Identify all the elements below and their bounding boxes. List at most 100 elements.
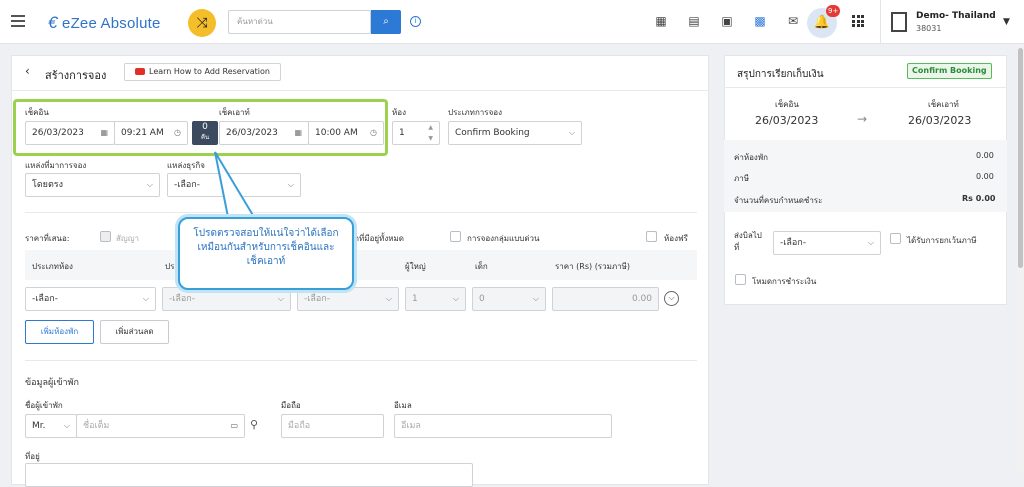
hamburger-menu-icon[interactable]	[11, 15, 25, 27]
brand-logo[interactable]: € eZee Absolute	[48, 13, 161, 33]
search-input[interactable]: ค้นหาด่วน	[228, 10, 371, 34]
charge-value: 0.00	[976, 172, 994, 181]
contract-checkbox[interactable]	[100, 231, 111, 242]
info-icon[interactable]: i	[410, 16, 421, 27]
summary-checkout-date: 26/03/2023	[908, 114, 972, 127]
add-discount-button[interactable]: เพิ่มส่วนลด	[100, 320, 169, 344]
column-header: ราคา (Rs) (รวมภาษี)	[555, 262, 631, 271]
chevron-down-icon: ⌵	[63, 421, 70, 430]
back-arrow-icon[interactable]: ‹	[25, 64, 30, 78]
notification-badge: 9+	[826, 5, 841, 17]
divider	[25, 212, 697, 213]
group-booking-label: การจองกลุ่มแบบด่วน	[467, 234, 540, 243]
tooltip-callout: โปรดตรวจสอบให้แน่ใจว่าได้เลือกเหมือนกันส…	[178, 217, 354, 290]
summary-checkout-label: เช็คเอาท์	[928, 100, 959, 109]
calendar-grid-icon[interactable]: ▤	[687, 14, 701, 28]
chevron-down-icon: ⌵	[532, 294, 539, 303]
calendar-add-icon[interactable]: ▦	[654, 14, 668, 28]
mobile-input[interactable]: มือถือ	[281, 414, 384, 438]
add-room-button[interactable]: เพิ่มห้องพัก	[25, 320, 94, 344]
add-user-icon[interactable]: ⚲	[250, 418, 258, 431]
complimentary-checkbox[interactable]	[646, 231, 657, 242]
address-input[interactable]	[25, 463, 473, 487]
highlight-box	[13, 99, 388, 156]
divider	[25, 360, 697, 361]
chevron-down-icon: ⌵	[142, 294, 149, 303]
contract-label: สัญญา	[116, 234, 140, 243]
expand-icon[interactable]: ⌵	[664, 291, 679, 306]
bill-to-select[interactable]: -เลือก- ⌵	[773, 231, 881, 255]
tax-exempt-checkbox[interactable]	[890, 233, 901, 244]
charge-value: 0.00	[976, 151, 994, 160]
stepper-arrows-icon[interactable]: ▲ ▼	[428, 122, 433, 144]
user-name[interactable]: Demo- Thailand	[916, 11, 996, 21]
charge-label: จำนวนที่ครบกำหนดชำระ	[734, 196, 823, 205]
total-due-value: Rs 0.00	[962, 194, 996, 203]
offer-label: ราคาที่เสนอ:	[25, 234, 70, 243]
guest-name-label: ชื่อผู้เข้าพัก	[25, 401, 63, 410]
email-label: อีเมล	[394, 401, 412, 410]
chevron-down-icon: ⌵	[568, 128, 575, 137]
address-label: ที่อยู่	[25, 452, 40, 461]
page-title: สร้างการจอง	[45, 69, 107, 82]
adults-select[interactable]: 1 ⌵	[405, 287, 466, 311]
column-header: ผู้ใหญ่	[405, 262, 426, 271]
document-icon[interactable]: ▩	[753, 14, 767, 28]
booking-type-select[interactable]: Confirm Booking ⌵	[448, 121, 582, 145]
search-icon: ⌕	[383, 16, 389, 27]
group-booking-checkbox[interactable]	[450, 231, 461, 242]
divider	[724, 87, 1007, 88]
source-label: แหล่งที่มาการจอง	[25, 161, 87, 170]
business-source-label: แหล่งธุรกิจ	[167, 161, 205, 170]
chevron-down-icon: ⌵	[277, 294, 284, 303]
column-header: เด็ก	[475, 262, 488, 271]
title-select[interactable]: Mr. ⌵	[25, 414, 77, 438]
source-select[interactable]: โดยตรง ⌵	[25, 173, 160, 197]
payment-mode-checkbox[interactable]	[735, 274, 746, 285]
rooms-stepper[interactable]: 1 ▲ ▼	[392, 121, 440, 145]
learn-reservation-button[interactable]: Learn How to Add Reservation	[124, 63, 281, 81]
callout-pointer	[214, 151, 256, 218]
summary-checkin-date: 26/03/2023	[755, 114, 819, 127]
chevron-down-icon: ⌵	[867, 238, 874, 247]
calendar-icon[interactable]: ▣	[720, 14, 734, 28]
rooms-label: ห้อง	[392, 108, 406, 117]
building-icon	[891, 12, 907, 32]
divider	[11, 90, 709, 91]
status-badge: Confirm Booking	[907, 63, 992, 79]
arrow-right-icon: →	[857, 112, 868, 126]
chevron-down-icon: ⌵	[452, 294, 459, 303]
scrollbar-thumb[interactable]	[1018, 48, 1023, 268]
payment-mode-label: โหมดการชำระเงิน	[752, 277, 817, 286]
rate-select[interactable]: -เลือก- ⌵	[297, 287, 399, 311]
apps-grid-icon[interactable]	[852, 15, 864, 27]
chevron-down-icon[interactable]: ▼	[1003, 17, 1010, 27]
room-type-select[interactable]: -เลือก- ⌵	[25, 287, 156, 311]
guest-section-title: ข้อมูลผู้เข้าพัก	[25, 378, 79, 388]
email-input[interactable]: อีเมล	[394, 414, 612, 438]
chevron-down-icon: ⌵	[146, 180, 153, 189]
booking-type-label: ประเภทการจอง	[448, 108, 502, 117]
chevron-down-icon: ⌵	[385, 294, 392, 303]
summary-checkin-label: เช็คอิน	[775, 100, 799, 109]
tax-exempt-label: ได้รับการยกเว้นภาษี	[907, 236, 977, 245]
mail-icon[interactable]: ✉	[786, 14, 800, 28]
chevron-down-icon: ⌵	[287, 180, 294, 189]
user-id: 38031	[916, 24, 942, 33]
charge-label: ภาษี	[734, 174, 750, 183]
column-header: ประเภทห้อง	[32, 262, 73, 271]
column-header: ประ	[165, 262, 179, 271]
rate-type-select[interactable]: -เลือก- ⌵	[162, 287, 291, 311]
price-input[interactable]: 0.00	[552, 287, 659, 311]
id-card-icon[interactable]: ▭	[230, 415, 238, 437]
bill-to-label: ส่งบิลไปที่	[734, 231, 762, 252]
divider	[880, 0, 881, 44]
guest-name-input[interactable]: ชื่อเต็ม ▭	[76, 414, 245, 438]
search-button[interactable]: ⌕	[371, 10, 401, 34]
youtube-icon	[135, 68, 146, 75]
shuffle-icon[interactable]: ⤨	[188, 9, 216, 37]
summary-title: สรุปการเรียกเก็บเงิน	[737, 69, 824, 80]
charge-label: ค่าห้องพัก	[734, 153, 768, 162]
complimentary-label: ห้องฟรี	[664, 234, 688, 243]
children-select[interactable]: 0 ⌵	[472, 287, 546, 311]
